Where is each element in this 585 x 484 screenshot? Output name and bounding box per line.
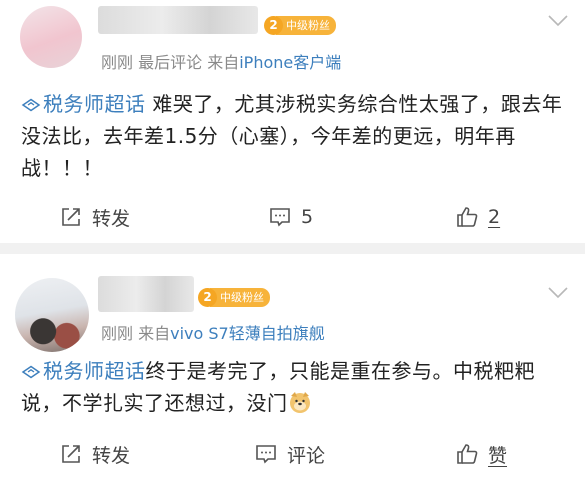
post-content: 税务师超话终于是考完了，只能是重在参与。中税粑粑说，不学扎实了还想过，没门 [21, 355, 569, 419]
chevron-down-icon[interactable] [547, 14, 569, 28]
like-icon [457, 207, 478, 227]
share-icon [62, 445, 80, 463]
share-label: 转发 [92, 207, 131, 230]
comment-count: 5 [301, 206, 314, 228]
chevron-down-icon[interactable] [547, 286, 569, 300]
badge-label: 中级粉丝 [210, 287, 270, 307]
post-time: 刚刚 [101, 324, 134, 343]
username-blurred[interactable] [98, 6, 258, 34]
post-device-link[interactable]: vivo S7轻薄自拍旗舰 [170, 324, 325, 343]
share-label: 转发 [92, 444, 131, 467]
topic-diamond-icon [21, 98, 41, 112]
comment-icon [270, 208, 290, 227]
comment-button[interactable]: 5 [269, 201, 313, 233]
avatar[interactable] [15, 278, 89, 352]
comment-icon [256, 445, 276, 464]
like-icon [457, 444, 478, 464]
action-bar: 转发 5 2 [0, 201, 585, 233]
username-blurred[interactable] [98, 276, 194, 312]
like-count: 2 [488, 206, 501, 228]
topic-label: 税务师超话 [43, 359, 146, 383]
fan-level-badge[interactable]: 2 中级粉丝 [264, 15, 336, 35]
badge-level: 2 [264, 15, 283, 35]
topic-diamond-icon [21, 365, 41, 379]
post-content: 税务师超话 难哭了，尤其涉税实务综合性太强了，跟去年没法比，去年差1.5分（心塞… [21, 88, 569, 184]
topic-link[interactable]: 税务师超话 [21, 92, 146, 116]
like-button[interactable]: 赞 [456, 438, 507, 470]
share-button[interactable]: 转发 [60, 201, 130, 233]
badge-level: 2 [198, 287, 217, 307]
post-from-label: 来自 [138, 324, 171, 343]
share-button[interactable]: 转发 [60, 438, 130, 470]
like-label: 赞 [488, 444, 508, 467]
post-meta: 刚刚 来自vivo S7轻薄自拍旗舰 [101, 320, 325, 344]
like-button[interactable]: 2 [456, 201, 500, 233]
topic-link[interactable]: 税务师超话 [21, 359, 146, 383]
fan-level-badge[interactable]: 2 中级粉丝 [198, 287, 270, 307]
post-time: 刚刚 [101, 53, 134, 72]
badge-label: 中级粉丝 [276, 15, 336, 35]
post-device-link[interactable]: iPhone客户端 [239, 53, 341, 72]
post-separator [0, 243, 585, 254]
post-meta: 刚刚 最后评论 来自iPhone客户端 [101, 49, 341, 73]
post-meta-extra: 最后评论 [138, 53, 203, 72]
comment-button[interactable]: 评论 [255, 438, 325, 470]
weibo-comment-1: 2 中级粉丝 刚刚 最后评论 来自iPhone客户端 税务师超话 难哭了，尤其涉… [0, 0, 585, 243]
doge-emoji-icon [289, 392, 310, 413]
weibo-comment-2: 2 中级粉丝 刚刚 来自vivo S7轻薄自拍旗舰 税务师超话终于是考完了，只能… [0, 254, 585, 484]
topic-label: 税务师超话 [43, 92, 146, 116]
share-icon [62, 208, 80, 226]
post-from-label: 来自 [207, 53, 240, 72]
action-bar: 转发 评论 赞 [0, 438, 585, 470]
comment-label: 评论 [287, 444, 326, 467]
avatar[interactable] [20, 6, 82, 68]
